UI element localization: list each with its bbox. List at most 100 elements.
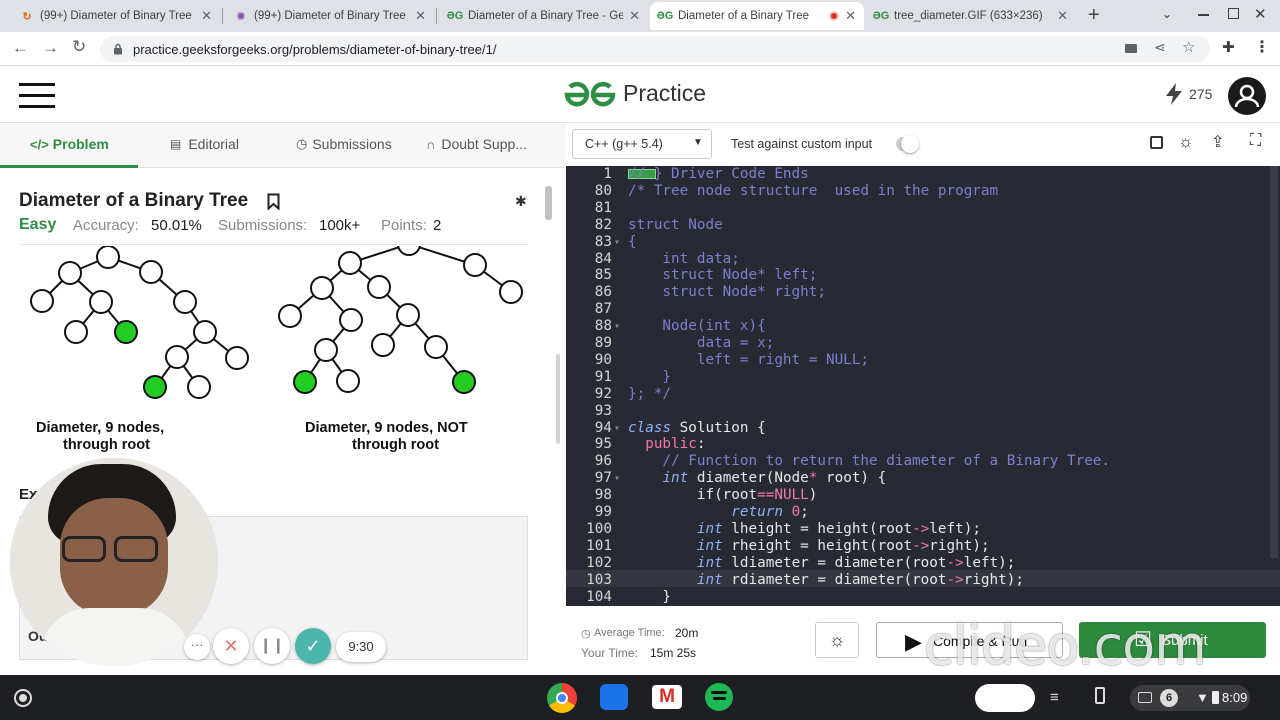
browser-menu-icon[interactable]: ⋮ [1254, 37, 1270, 57]
code-line[interactable]: 89 data = x; [566, 335, 1280, 352]
tab-search-chevron-icon[interactable]: ⌄ [1162, 7, 1172, 21]
code-text: public: [645, 436, 706, 453]
code-text: int rdiameter = diameter(root->right); [696, 571, 1024, 588]
code-line[interactable]: 97 ▾ int diameter(Node* root) { [566, 470, 1280, 487]
tab-doubt-support[interactable]: ∩ Doubt Supp... [426, 136, 527, 152]
bookmark-star-icon[interactable]: ☆ [1182, 38, 1195, 56]
recorder-more-icon[interactable]: ··· [184, 634, 210, 660]
theme-sun-icon[interactable]: ☼ [1178, 132, 1194, 152]
gfg-logo-icon[interactable] [563, 81, 617, 109]
maximize-icon[interactable] [1228, 8, 1239, 19]
code-line[interactable]: 100 int lheight = height(root->left); [566, 521, 1280, 538]
tab-submissions[interactable]: ◷ Submissions [296, 136, 392, 152]
spotify-app-icon[interactable] [705, 683, 733, 711]
tab-problem[interactable]: </> Problem [30, 136, 109, 152]
close-tab-icon[interactable]: ✕ [845, 8, 856, 24]
close-tab-icon[interactable]: ✕ [629, 8, 640, 24]
close-tab-icon[interactable]: ✕ [415, 8, 426, 24]
code-line[interactable]: 81 [566, 200, 1280, 217]
code-line[interactable]: 85 struct Node* left; [566, 267, 1280, 284]
code-text: struct Node* left; [628, 267, 818, 284]
code-line[interactable]: 82 struct Node [566, 217, 1280, 234]
reload-icon[interactable]: ↻ [72, 37, 86, 57]
code-editor[interactable]: 1 // } Driver Code Ends 80 /* Tree node str… [566, 166, 1280, 606]
fold-arrow-icon[interactable]: ▾ [614, 420, 620, 437]
fullscreen-icon[interactable]: ⛶ [1250, 132, 1261, 150]
custom-input-toggle[interactable] [896, 135, 919, 153]
close-window-icon[interactable]: ✕ [1254, 5, 1267, 23]
files-app-icon[interactable] [600, 684, 628, 710]
code-line[interactable]: 88 ▾ Node(int x){ [566, 318, 1280, 335]
code-line[interactable]: 90 left = right = NULL; [566, 352, 1280, 369]
minimize-icon[interactable] [1198, 14, 1209, 16]
code-line[interactable]: 91 } [566, 369, 1280, 386]
code-line[interactable]: 87 [566, 301, 1280, 318]
line-number: 98 [594, 487, 612, 504]
recorder-timer: 9:30 [336, 632, 386, 662]
recording-tray-pill[interactable] [975, 684, 1035, 712]
clipboard-icon[interactable]: ≡ [1050, 689, 1059, 706]
code-line[interactable]: 1 // } Driver Code Ends [566, 166, 1280, 183]
hint-bulb-button[interactable]: ☼ [815, 622, 859, 658]
forward-arrow-icon[interactable]: → [42, 38, 59, 58]
bookmark-icon[interactable] [267, 193, 280, 210]
fold-arrow-icon[interactable]: ▾ [614, 318, 620, 335]
line-number: 85 [594, 267, 612, 284]
code-line[interactable]: 94 ▾ class Solution { [566, 420, 1280, 437]
line-number: 86 [594, 284, 612, 301]
code-line[interactable]: 92}; */ [566, 386, 1280, 403]
code-text: // Function to return the diameter of a … [628, 453, 1111, 470]
code-line[interactable]: 102 int ldiameter = diameter(root->left)… [566, 555, 1280, 572]
resize-handle[interactable] [556, 354, 560, 444]
fold-arrow-icon[interactable]: ▾ [614, 234, 620, 251]
language-select[interactable]: C++ (g++ 5.4) ▼ [572, 129, 712, 159]
recorder-done-icon[interactable]: ✓ [295, 628, 331, 664]
code-line[interactable]: 98 if(root==NULL) [566, 487, 1280, 504]
gmail-app-icon[interactable]: M [652, 685, 682, 709]
close-tab-icon[interactable]: ✕ [1057, 8, 1068, 24]
code-line[interactable]: 84 int data; [566, 251, 1280, 268]
code-line[interactable]: 93 [566, 403, 1280, 420]
code-line[interactable]: 80 /* Tree node structure used in the pro… [566, 183, 1280, 200]
tab-editorial[interactable]: ▤ Editorial [170, 136, 239, 152]
code-line[interactable]: 104 } [566, 589, 1280, 606]
code-line[interactable]: 99 return 0; [566, 504, 1280, 521]
line-number: 93 [594, 402, 612, 419]
close-tab-icon[interactable]: ✕ [201, 8, 212, 24]
code-line[interactable]: 86 struct Node* right; [566, 284, 1280, 301]
browser-tab-1[interactable]: ↻ (99+) Diameter of Binary Tree ✕ [12, 2, 220, 30]
status-tray[interactable]: 6 ▼ 8:09 [1130, 685, 1250, 711]
copy-icon[interactable] [1150, 136, 1163, 149]
browser-tab-3[interactable]: ƏG Diameter of a Binary Tree - Gee ✕ [440, 2, 648, 30]
camera-icon[interactable] [1125, 44, 1137, 53]
share-icon[interactable]: ⋖ [1154, 39, 1166, 56]
recording-indicator-icon [829, 11, 840, 21]
user-avatar-icon[interactable] [1228, 77, 1266, 115]
fold-arrow-icon[interactable]: ▾ [614, 470, 620, 487]
recorder-pause-icon[interactable]: ❙❙ [254, 628, 290, 664]
chrome-app-icon[interactable] [547, 683, 577, 713]
code-text: int data; [628, 250, 740, 267]
line-number: 88 [594, 318, 612, 335]
dropdown-caret-icon: ▼ [693, 137, 703, 148]
recorder-cancel-icon[interactable]: ✕ [213, 628, 249, 664]
phone-hub-icon[interactable] [1095, 687, 1105, 704]
browser-tab-2[interactable]: ✺ (99+) Diameter of Binary Tree ✕ [226, 2, 434, 30]
browser-tab-4-active[interactable]: ƏG Diameter of a Binary Tree ✕ [650, 2, 864, 30]
code-line[interactable]: 103 int rdiameter = diameter(root->right… [566, 572, 1280, 589]
extensions-puzzle-icon[interactable]: ✚ [1222, 38, 1235, 56]
hamburger-menu-icon[interactable] [19, 83, 55, 108]
code-line[interactable]: 101 int rheight = height(root->right); [566, 538, 1280, 555]
code-line[interactable]: 95 public: [566, 436, 1280, 453]
code-line[interactable]: 83 ▾ { [566, 234, 1280, 251]
new-tab-plus-icon[interactable]: + [1088, 4, 1100, 27]
browser-tab-5[interactable]: ƏG tree_diameter.GIF (633×236) ✕ [866, 2, 1076, 30]
omnibox[interactable]: practice.geeksforgeeks.org/problems/diam… [100, 36, 1210, 62]
reset-code-icon[interactable]: ⇪ [1211, 132, 1224, 152]
line-number: 102 [586, 554, 612, 571]
launcher-icon[interactable] [14, 689, 32, 707]
back-arrow-icon[interactable]: ← [12, 38, 29, 58]
scrollbar-thumb[interactable] [545, 186, 552, 220]
bug-report-icon[interactable]: ✱ [515, 193, 527, 210]
code-line[interactable]: 96 // Function to return the diameter of… [566, 453, 1280, 470]
